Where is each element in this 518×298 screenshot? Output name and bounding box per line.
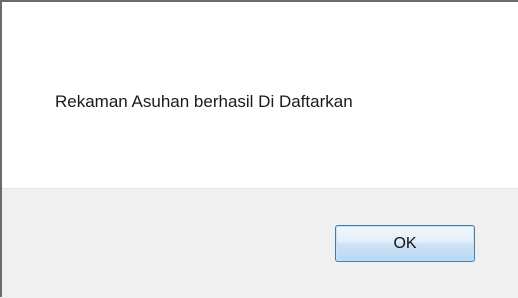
button-bar: OK <box>2 188 518 298</box>
dialog-message: Rekaman Asuhan berhasil Di Daftarkan <box>55 92 353 111</box>
message-dialog: Rekaman Asuhan berhasil Di Daftarkan OK <box>0 0 518 298</box>
message-area: Rekaman Asuhan berhasil Di Daftarkan <box>2 2 518 188</box>
ok-button[interactable]: OK <box>335 225 475 262</box>
